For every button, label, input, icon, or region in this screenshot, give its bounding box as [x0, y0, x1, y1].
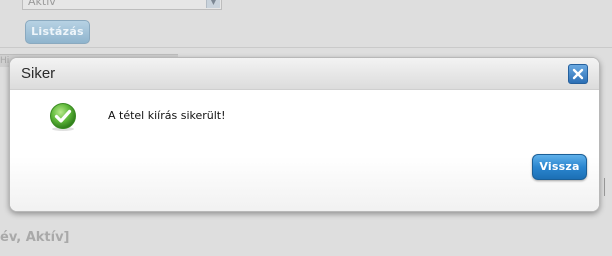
success-dialog: Siker A tétel kiírás sikerült! Vissza	[9, 57, 600, 212]
status-select: Aktív ▼	[22, 0, 222, 10]
success-check-icon	[50, 103, 76, 131]
status-select-value: Aktív	[28, 0, 56, 8]
dialog-body: A tétel kiírás sikerült! Vissza	[10, 90, 599, 211]
divider	[604, 178, 605, 196]
divider	[0, 47, 612, 48]
background-tab-label: Hi	[0, 56, 10, 66]
chevron-down-icon: ▼	[206, 0, 220, 8]
section-heading: év, Aktív]	[0, 230, 70, 245]
dialog-title: Siker	[21, 65, 56, 82]
close-icon[interactable]	[568, 64, 588, 84]
list-button: Listázás	[25, 20, 90, 44]
dialog-message: A tétel kiírás sikerült!	[108, 109, 226, 122]
dialog-titlebar: Siker	[10, 58, 599, 90]
back-button[interactable]: Vissza	[532, 154, 587, 180]
